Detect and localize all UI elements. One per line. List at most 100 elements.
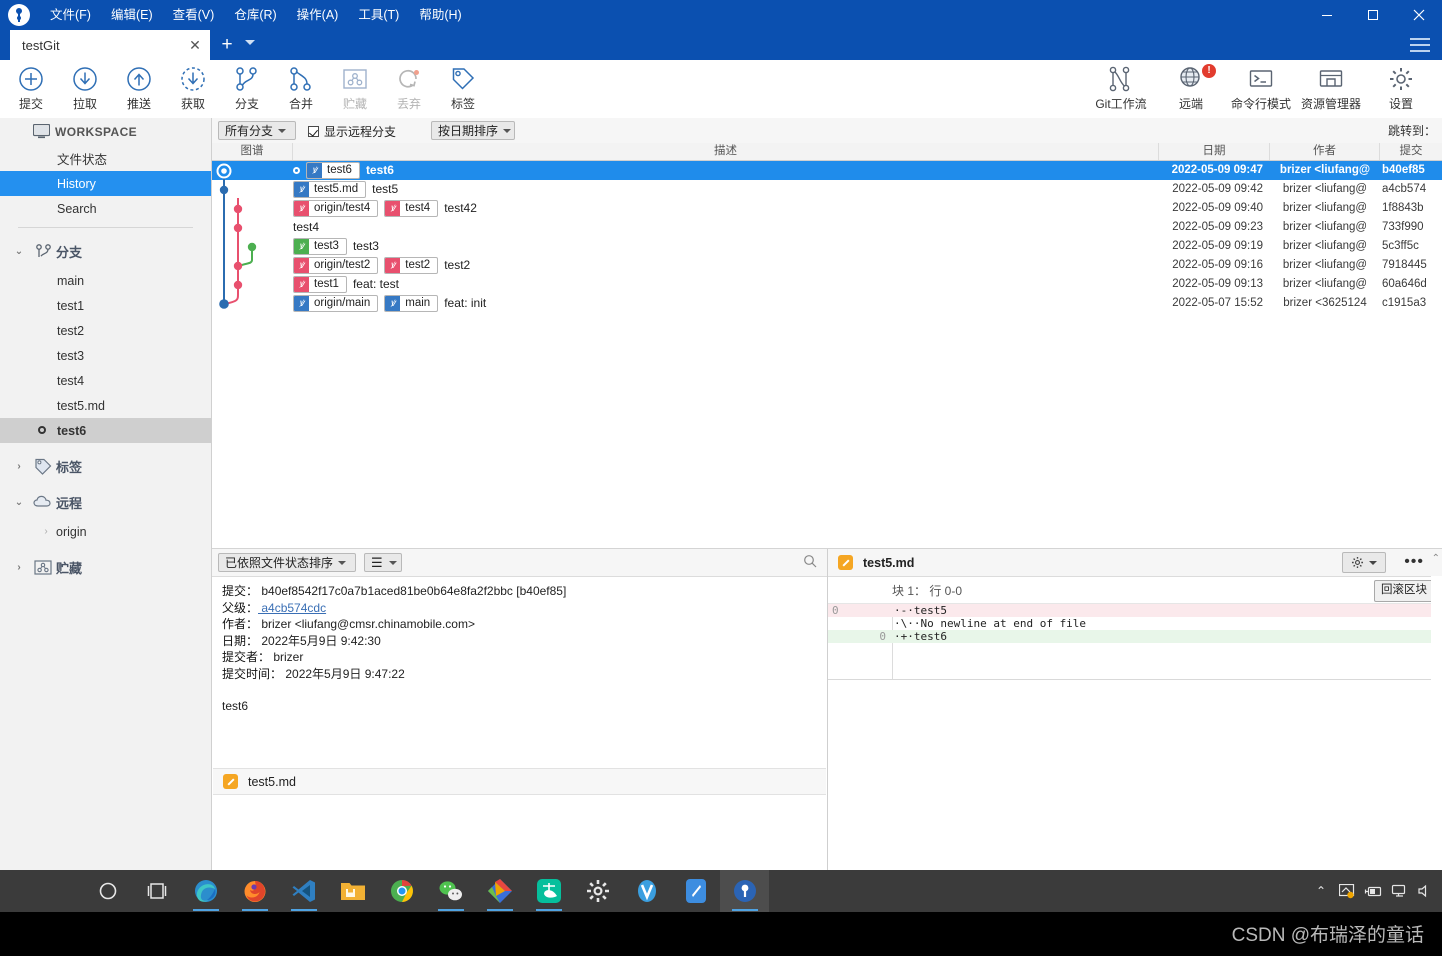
commit-detail-value[interactable]: a4cb574cdc — [258, 601, 326, 615]
taskbar-vscode[interactable] — [279, 870, 328, 912]
toolbar-gear-button[interactable]: 设置 — [1366, 60, 1436, 116]
toolbar-terminal-button[interactable]: 命令行模式 — [1226, 60, 1296, 116]
chevron-down-icon[interactable]: ⌄ — [8, 246, 30, 257]
ref-label-test6[interactable]: ꝟ test6 — [306, 162, 360, 179]
sidebar-group-tags[interactable]: › 标签 — [0, 449, 211, 483]
taskbar-settings[interactable] — [573, 870, 622, 912]
new-tab-button[interactable]: + — [216, 34, 238, 56]
diff-content[interactable]: 0 ·-·test5 ·\··No newline at end of file 0 ·… — [828, 604, 1442, 680]
toolbar-pull-down-arrow-button[interactable]: 拉取 — [58, 60, 112, 116]
toolbar-commit-plus-button[interactable]: 提交 — [4, 60, 58, 116]
taskbar-typora[interactable] — [671, 870, 720, 912]
chevron-right-icon[interactable]: › — [8, 562, 30, 573]
toolbar-fetch-dashed-arrow-button[interactable]: 获取 — [166, 60, 220, 116]
toolbar-push-up-arrow-button[interactable]: 推送 — [112, 60, 166, 116]
ref-label-test4[interactable]: ꝟ test4 — [384, 200, 439, 217]
sidebar-group-remotes[interactable]: ⌄ 远程 — [0, 485, 211, 519]
table-row[interactable]: test4 2022-05-09 09:23 brizer <liufang@ 733… — [212, 218, 1442, 237]
column-header-date[interactable]: 日期 — [1159, 143, 1270, 160]
rollback-hunk-button[interactable]: 回滚区块 — [1374, 580, 1434, 602]
taskbar-firefox[interactable] — [230, 870, 279, 912]
diff-scrollbar[interactable] — [1431, 576, 1442, 870]
more-dots-icon[interactable]: ••• — [1404, 553, 1424, 571]
taskbar-file-explorer[interactable] — [328, 870, 377, 912]
menu-view[interactable]: 查看(V) — [163, 0, 225, 30]
chevron-right-icon[interactable]: › — [8, 461, 30, 472]
taskbar-wechat[interactable] — [426, 870, 475, 912]
table-row[interactable]: ꝟ test6 test6 2022-05-09 09:47 brizer <liufa… — [212, 161, 1442, 180]
diff-settings-button[interactable] — [1342, 552, 1386, 573]
scroll-up-chevron-icon[interactable]: ⌃ — [1432, 553, 1440, 564]
tray-display-icon[interactable] — [1334, 870, 1360, 912]
column-header-commit[interactable]: 提交 — [1380, 143, 1442, 160]
sidebar-item-history[interactable]: History — [0, 171, 211, 196]
sidebar-item-文件状态[interactable]: 文件状态 — [0, 146, 211, 171]
show-remote-branches-checkbox[interactable]: 显示远程分支 — [308, 123, 396, 140]
table-row[interactable]: ꝟ test3 test3 2022-05-09 09:19 brizer <liufa… — [212, 237, 1442, 256]
chevron-down-icon[interactable]: ⌄ — [8, 497, 30, 508]
taskbar-alipay[interactable] — [524, 870, 573, 912]
minimize-button[interactable] — [1304, 0, 1350, 30]
sidebar-branch-test4[interactable]: test4 — [0, 368, 211, 393]
taskbar-task-view[interactable] — [132, 870, 181, 912]
chevron-right-icon[interactable]: › — [36, 526, 56, 537]
sidebar-branch-main[interactable]: main — [0, 268, 211, 293]
sidebar-branch-test6[interactable]: test6 — [0, 418, 211, 443]
column-header-graph[interactable]: 图谱 — [212, 143, 293, 160]
column-header-author[interactable]: 作者 — [1270, 143, 1380, 160]
ref-label-origin/test4[interactable]: ꝟ origin/test4 — [293, 200, 379, 217]
toolbar-explorer-folder-button[interactable]: 资源管理器 — [1296, 60, 1366, 116]
list-item[interactable]: test5.md — [213, 768, 826, 795]
ref-label-test3[interactable]: ꝟ test3 — [293, 238, 347, 255]
ref-label-test2[interactable]: ꝟ test2 — [384, 257, 439, 274]
menu-repository[interactable]: 仓库(R) — [224, 0, 286, 30]
sidebar-branch-test2[interactable]: test2 — [0, 318, 211, 343]
table-row[interactable]: ꝟ origin/test2 ꝟ test2 test2 2022-05-09 09:16… — [212, 256, 1442, 275]
menu-actions[interactable]: 操作(A) — [287, 0, 349, 30]
main-menu-hamburger-icon[interactable] — [1410, 38, 1430, 52]
file-sort-select[interactable]: 已依照文件状态排序 — [218, 553, 356, 572]
taskbar-edge[interactable] — [181, 870, 230, 912]
sort-order-select[interactable]: 按日期排序 — [431, 121, 515, 140]
ref-label-origin/test2[interactable]: ꝟ origin/test2 — [293, 257, 379, 274]
tray-expand-chevron-icon[interactable]: ⌃ — [1308, 870, 1334, 912]
tab-close-icon[interactable]: ✕ — [180, 37, 210, 54]
ref-label-origin/main[interactable]: ꝟ origin/main — [293, 295, 379, 312]
menu-tools[interactable]: 工具(T) — [348, 0, 409, 30]
taskbar-chrome[interactable] — [377, 870, 426, 912]
sidebar-remote-origin[interactable]: › origin — [0, 519, 211, 544]
sidebar-item-search[interactable]: Search — [0, 196, 211, 221]
view-mode-select[interactable]: ☰ — [364, 553, 402, 572]
tray-network-icon[interactable] — [1386, 870, 1412, 912]
table-row[interactable]: ꝟ test1 feat: test 2022-05-09 09:13 brizer <… — [212, 275, 1442, 294]
ref-label-test5.md[interactable]: ꝟ test5.md — [293, 181, 367, 198]
maximize-button[interactable] — [1350, 0, 1396, 30]
search-icon[interactable] — [803, 554, 817, 568]
sidebar-branch-test1[interactable]: test1 — [0, 293, 211, 318]
close-button[interactable] — [1396, 0, 1442, 30]
sidebar-group-branches[interactable]: ⌄ 分支 — [0, 234, 211, 268]
table-row[interactable]: ꝟ origin/test4 ꝟ test4 test42 2022-05-09 09:4… — [212, 199, 1442, 218]
tab-testgit[interactable]: testGit ✕ — [10, 30, 210, 60]
toolbar-tag-button[interactable]: 标签 — [436, 60, 490, 116]
taskbar-sourcetree[interactable] — [720, 870, 769, 912]
toolbar-remote-globe-button[interactable]: ! 远端 — [1156, 60, 1226, 116]
sidebar-branch-test3[interactable]: test3 — [0, 343, 211, 368]
sidebar-group-stashes[interactable]: › 贮藏 — [0, 550, 211, 584]
ref-label-test1[interactable]: ꝟ test1 — [293, 276, 347, 293]
toolbar-gitflow-button[interactable]: Git工作流 — [1086, 60, 1156, 116]
taskbar-cortana-search[interactable] — [83, 870, 132, 912]
toolbar-branch-button[interactable]: 分支 — [220, 60, 274, 116]
table-row[interactable]: ꝟ test5.md test5 2022-05-09 09:42 brizer <li… — [212, 180, 1442, 199]
checkbox-box[interactable] — [308, 126, 319, 137]
taskbar-beyond-compare[interactable] — [475, 870, 524, 912]
sidebar-branch-test5.md[interactable]: test5.md — [0, 393, 211, 418]
column-header-description[interactable]: 描述 — [293, 143, 1159, 160]
menu-file[interactable]: 文件(F) — [40, 0, 101, 30]
tray-volume-icon[interactable] — [1412, 870, 1438, 912]
ref-label-main[interactable]: ꝟ main — [384, 295, 439, 312]
branch-filter-select[interactable]: 所有分支 — [218, 121, 296, 140]
toolbar-merge-button[interactable]: 合并 — [274, 60, 328, 116]
tray-battery-icon[interactable] — [1360, 870, 1386, 912]
menu-edit[interactable]: 编辑(E) — [101, 0, 163, 30]
